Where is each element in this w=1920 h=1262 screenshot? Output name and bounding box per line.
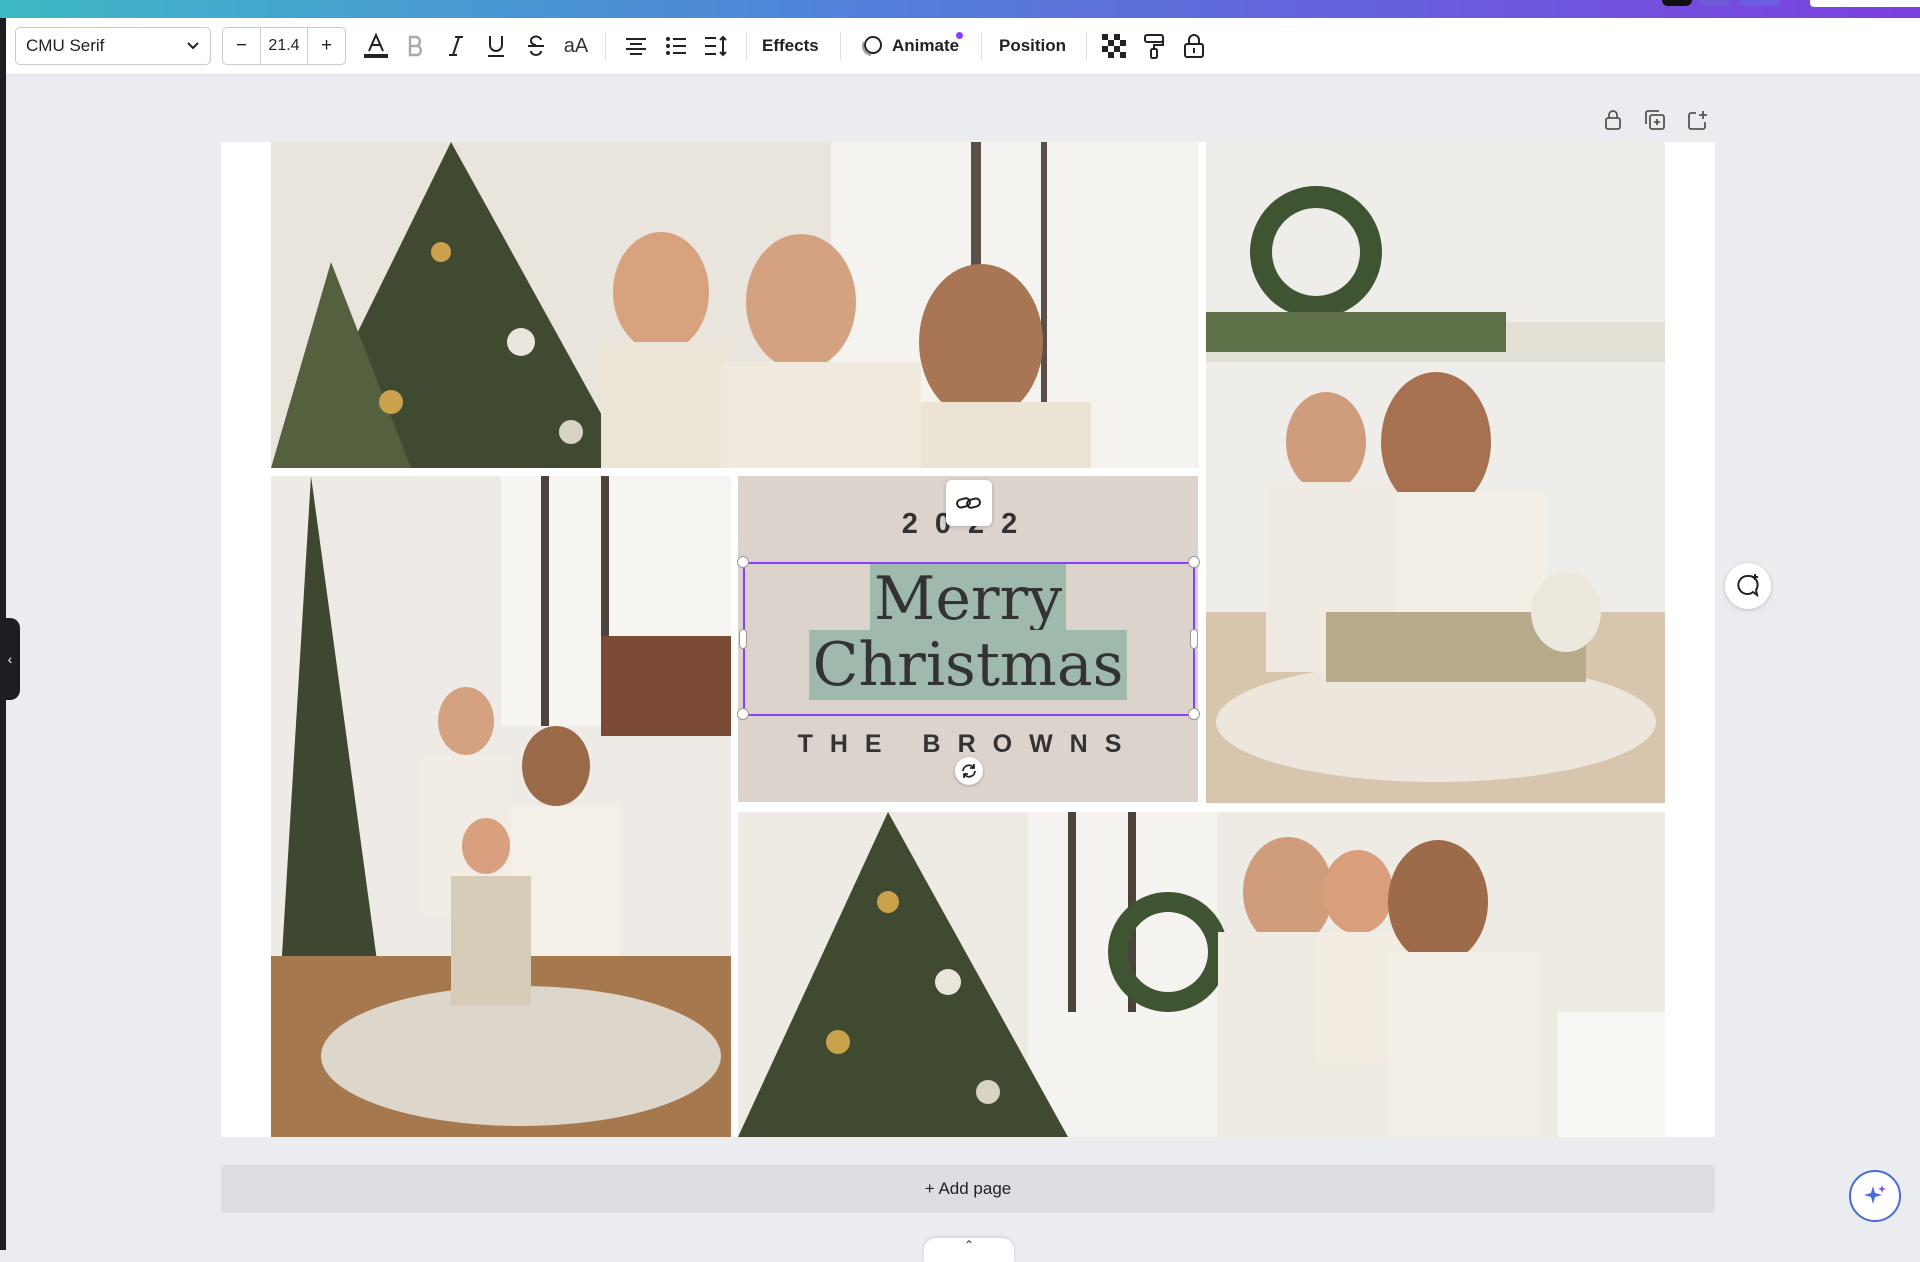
photo-family-floor[interactable]: [271, 476, 731, 1137]
photo-family-kiss[interactable]: [738, 812, 1665, 1137]
text-color-button[interactable]: [358, 27, 394, 65]
copy-style-button[interactable]: [1136, 27, 1172, 65]
share-button[interactable]: [1810, 0, 1920, 7]
text-toolbar: CMU Serif − 21.4 + aA Effects Animate Po…: [6, 18, 1920, 75]
strikethrough-icon: [528, 35, 544, 56]
divider: [840, 32, 841, 60]
animate-icon-wrap: [854, 27, 890, 65]
font-family-select[interactable]: CMU Serif: [15, 27, 211, 65]
underline-button[interactable]: [478, 27, 514, 65]
animate-icon: [862, 36, 882, 56]
add-comment-button[interactable]: [1725, 563, 1771, 609]
paint-format-icon: [1144, 34, 1164, 59]
magic-icon: [1864, 1185, 1886, 1204]
lock-button[interactable]: [1176, 27, 1212, 65]
rotate-icon: [962, 764, 976, 778]
list-icon: [666, 37, 686, 55]
line-spacing-icon: [705, 35, 727, 57]
pages-panel-toggle[interactable]: ⌃: [924, 1238, 1014, 1262]
bold-button[interactable]: [398, 27, 434, 65]
resize-handle-e[interactable]: [1190, 629, 1198, 649]
line-spacing-button[interactable]: [698, 27, 734, 65]
text-color-icon: [364, 32, 388, 58]
link-icon: [956, 497, 981, 509]
lock-icon: [1605, 110, 1621, 130]
lock-icon: [1184, 34, 1204, 58]
new-feature-dot: [956, 32, 963, 39]
letter-case-button[interactable]: aA: [558, 27, 594, 65]
resize-handle-sw[interactable]: [737, 708, 749, 720]
decrease-font-size-button[interactable]: −: [223, 28, 260, 64]
share-icon: [1688, 111, 1707, 130]
font-family-value: CMU Serif: [26, 36, 105, 55]
font-size-input[interactable]: 21.4: [260, 28, 308, 64]
increase-font-size-button[interactable]: +: [308, 28, 345, 64]
top-button[interactable]: [1740, 0, 1780, 6]
top-bar: [0, 0, 1920, 18]
animate-button[interactable]: Animate: [892, 27, 959, 65]
lock-page-button[interactable]: [1597, 106, 1629, 134]
divider: [1086, 32, 1087, 60]
divider: [605, 32, 606, 60]
add-page-button-top[interactable]: [1682, 106, 1714, 134]
align-button[interactable]: [618, 27, 654, 65]
duplicate-page-button[interactable]: [1639, 106, 1671, 134]
divider: [981, 32, 982, 60]
comment-icon: [1737, 574, 1759, 598]
copy-icon: [1645, 110, 1665, 130]
add-page-button[interactable]: + Add page: [221, 1165, 1715, 1213]
avatar[interactable]: [1662, 0, 1692, 6]
strikethrough-button[interactable]: [518, 27, 554, 65]
list-button[interactable]: [658, 27, 694, 65]
selection-box[interactable]: [743, 562, 1195, 716]
font-size-stepper: − 21.4 +: [222, 27, 346, 65]
underline-icon: [488, 36, 504, 57]
resize-handle-ne[interactable]: [1188, 556, 1200, 568]
resize-handle-nw[interactable]: [737, 556, 749, 568]
italic-icon: [449, 36, 463, 56]
bold-icon: [408, 35, 422, 57]
family-name-text[interactable]: THE BROWNS: [738, 730, 1198, 759]
divider: [746, 32, 747, 60]
effects-button[interactable]: Effects: [762, 27, 819, 65]
transparency-icon: [1102, 34, 1126, 58]
position-button[interactable]: Position: [999, 27, 1066, 65]
transparency-button[interactable]: [1096, 27, 1132, 65]
chevron-up-icon: ⌃: [963, 1238, 975, 1252]
avatar[interactable]: [1700, 0, 1730, 6]
chevron-down-icon: [186, 36, 200, 56]
collapse-panel-button[interactable]: ‹: [0, 618, 20, 700]
link-button[interactable]: [946, 480, 992, 526]
italic-button[interactable]: [438, 27, 474, 65]
photo-family-tree[interactable]: [271, 142, 1199, 468]
magic-assistant-button[interactable]: [1849, 1170, 1901, 1222]
photo-family-sofa[interactable]: [1206, 142, 1665, 803]
resize-handle-w[interactable]: [739, 629, 747, 649]
rotate-button[interactable]: [955, 757, 983, 785]
align-center-icon: [626, 38, 646, 55]
resize-handle-se[interactable]: [1188, 708, 1200, 720]
chevron-left-icon: ‹: [7, 651, 13, 667]
design-page[interactable]: 2022 Merry Christmas THE BROWNS: [221, 142, 1715, 1137]
